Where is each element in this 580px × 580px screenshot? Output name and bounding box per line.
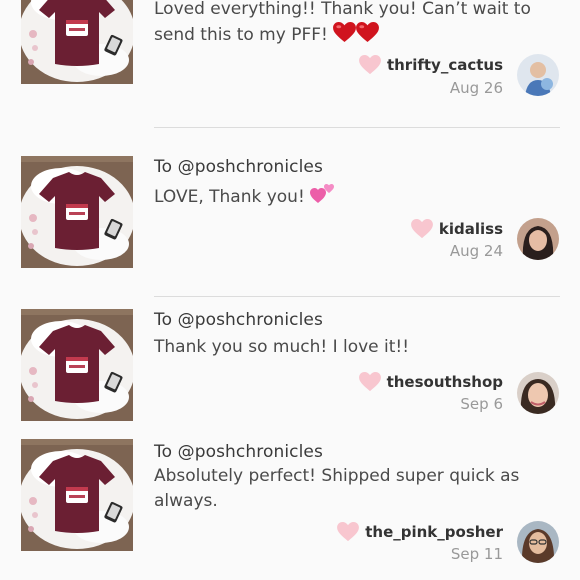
- comment-recipient: To @poshchronicles: [154, 310, 323, 330]
- comment-recipient: To @poshchronicles: [154, 442, 323, 462]
- comment-item: To @poshchronicles LOVE, Thank you! kida…: [0, 128, 580, 296]
- comment-message: Thank you so much! I love it!!: [154, 337, 410, 357]
- red-heart-icon: [333, 22, 356, 43]
- comment-message-text: LOVE, Thank you!: [154, 187, 305, 207]
- comment-message-line: Absolutely perfect! Shipped super quick …: [154, 466, 520, 486]
- comment-item: Loved everything!! Thank you! Can’t wait…: [0, 0, 580, 128]
- comment-recipient: To @poshchronicles: [154, 157, 323, 177]
- comment-author-row[interactable]: the_pink_posher: [337, 520, 503, 544]
- comment-message-line: send this to my PFF!: [154, 22, 554, 48]
- like-heart-icon[interactable]: [359, 372, 381, 392]
- comment-author-row[interactable]: thesouthshop: [359, 370, 503, 394]
- like-heart-icon[interactable]: [411, 219, 433, 239]
- username[interactable]: the_pink_posher: [365, 523, 503, 541]
- comment-date: Sep 11: [450, 545, 503, 563]
- comment-message-line: Loved everything!! Thank you! Can’t wait…: [154, 0, 531, 19]
- listing-thumbnail[interactable]: [21, 0, 133, 84]
- avatar[interactable]: [517, 218, 559, 260]
- red-heart-icon: [356, 22, 379, 43]
- username[interactable]: thesouthshop: [387, 373, 503, 391]
- listing-thumbnail[interactable]: [21, 439, 133, 551]
- listing-thumbnail[interactable]: [21, 156, 133, 268]
- comment-author-row[interactable]: kidaliss: [411, 217, 503, 241]
- comment-message: Absolutely perfect! Shipped super quick …: [154, 464, 554, 514]
- avatar[interactable]: [517, 372, 559, 414]
- comment-date: Sep 6: [460, 395, 503, 413]
- avatar[interactable]: [517, 521, 559, 563]
- listing-thumbnail[interactable]: [21, 309, 133, 421]
- comment-message: Loved everything!! Thank you! Can’t wait…: [154, 0, 554, 48]
- username[interactable]: thrifty_cactus: [387, 56, 503, 74]
- comment-date: Aug 26: [449, 79, 503, 97]
- username[interactable]: kidaliss: [439, 220, 503, 238]
- comment-message: LOVE, Thank you!: [154, 181, 554, 210]
- comment-author-row[interactable]: thrifty_cactus: [359, 53, 503, 77]
- comment-item: To @poshchronicles Absolutely perfect! S…: [0, 430, 580, 580]
- like-heart-icon[interactable]: [359, 55, 381, 75]
- like-heart-icon[interactable]: [337, 522, 359, 542]
- two-hearts-icon: [310, 184, 335, 203]
- comment-message-text: send this to my PFF!: [154, 25, 328, 45]
- comment-message-line: always.: [154, 491, 218, 511]
- comment-date: Aug 24: [449, 242, 503, 260]
- comment-item: To @poshchronicles Thank you so much! I …: [0, 296, 580, 430]
- avatar[interactable]: [517, 54, 559, 96]
